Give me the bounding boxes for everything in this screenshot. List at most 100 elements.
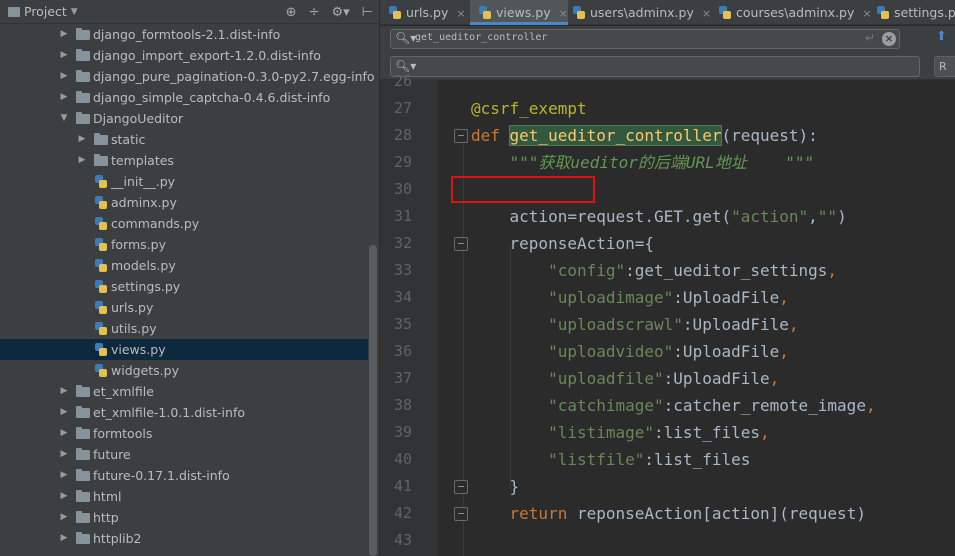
locate-icon[interactable]: ⊕ xyxy=(286,5,297,20)
code-line[interactable]: 30 xyxy=(380,176,955,203)
code-line[interactable]: 42 return reponseAction[action](request) xyxy=(380,500,955,527)
code-line[interactable]: 34 "uploadimage":UploadFile, xyxy=(380,284,955,311)
tree-folder-item[interactable]: ▶ future xyxy=(0,444,368,465)
code-line[interactable]: 26 xyxy=(380,68,955,95)
editor-tab[interactable]: users\adminx.py × xyxy=(564,0,711,25)
code-line[interactable]: 43 xyxy=(380,527,955,554)
fold-marker-icon[interactable] xyxy=(454,507,468,521)
expand-arrow-right-icon[interactable]: ▶ xyxy=(58,45,70,66)
tree-file-item[interactable]: settings.py xyxy=(0,276,368,297)
tree-file-item[interactable]: __init__.py xyxy=(0,171,368,192)
folder-icon xyxy=(76,469,90,481)
code-line[interactable]: 31 action=request.GET.get("action","") xyxy=(380,203,955,230)
code-line[interactable]: 40 "listfile":list_files xyxy=(380,446,955,473)
code-text: """获取ueditor的后端URL地址 """ xyxy=(509,153,815,172)
tree-folder-item[interactable]: ▶ html xyxy=(0,486,368,507)
tree-folder-item[interactable]: ▶ django_simple_captcha-0.4.6.dist-info xyxy=(0,87,368,108)
tree-item-label: utils.py xyxy=(111,321,157,336)
editor-tab[interactable]: urls.py × xyxy=(380,0,466,25)
tree-folder-item[interactable]: ▶ formtools xyxy=(0,423,368,444)
tree-file-item[interactable]: urls.py xyxy=(0,297,368,318)
project-title[interactable]: Project xyxy=(24,4,67,19)
tree-file-item[interactable]: adminx.py xyxy=(0,192,368,213)
search-icon[interactable]: 🔍︎▾ xyxy=(395,31,416,45)
folder-icon xyxy=(76,49,90,61)
tree-item-label: DjangoUeditor xyxy=(93,111,184,126)
expand-arrow-right-icon[interactable]: ▶ xyxy=(58,381,70,402)
python-file-icon xyxy=(478,6,492,20)
tree-folder-item[interactable]: ▶ templates xyxy=(0,150,368,171)
python-file-icon xyxy=(94,238,108,252)
find-bar: 🔍︎▾ get_ueditor_controller ↵ × ⬆ xyxy=(380,26,955,52)
python-file-icon xyxy=(718,6,732,20)
line-number: 38 xyxy=(393,396,412,414)
expand-arrow-right-icon[interactable]: ▶ xyxy=(58,486,70,507)
collapse-all-icon[interactable]: ÷ xyxy=(309,5,320,20)
line-number: 26 xyxy=(393,72,412,90)
close-tab-icon[interactable]: × xyxy=(456,7,465,20)
tree-folder-item[interactable]: ▶ django_formtools-2.1.dist-info xyxy=(0,24,368,45)
tree-item-label: static xyxy=(111,132,146,147)
expand-arrow-right-icon[interactable]: ▶ xyxy=(58,444,70,465)
tree-file-item[interactable]: widgets.py xyxy=(0,360,368,381)
settings-gear-icon[interactable]: ⚙▾ xyxy=(331,5,349,20)
tree-file-item[interactable]: forms.py xyxy=(0,234,368,255)
tree-folder-item[interactable]: ▶ http xyxy=(0,507,368,528)
tree-folder-item[interactable]: ▼ DjangoUeditor xyxy=(0,108,368,129)
python-file-icon xyxy=(94,301,108,315)
editor-tab[interactable]: courses\adminx.py × xyxy=(710,0,872,25)
clear-search-icon[interactable]: × xyxy=(882,32,896,46)
tree-folder-item[interactable]: ▶ static xyxy=(0,129,368,150)
code-line[interactable]: 32 reponseAction={ xyxy=(380,230,955,257)
code-line[interactable]: 28 def get_ueditor_controller(request): xyxy=(380,122,955,149)
code-line[interactable]: 36 "uploadvideo":UploadFile, xyxy=(380,338,955,365)
fold-marker-icon[interactable] xyxy=(454,237,468,251)
expand-arrow-right-icon[interactable]: ▶ xyxy=(58,528,70,549)
tree-file-item[interactable]: commands.py xyxy=(0,213,368,234)
new-line-icon[interactable]: ↵ xyxy=(865,31,875,45)
tree-folder-item[interactable]: ▶ django_import_export-1.2.0.dist-info xyxy=(0,45,368,66)
expand-arrow-right-icon[interactable]: ▶ xyxy=(58,87,70,108)
find-input[interactable]: 🔍︎▾ get_ueditor_controller ↵ × xyxy=(390,29,900,49)
fold-marker-icon[interactable] xyxy=(454,129,468,143)
project-tree: ▶ django_formtools-2.1.dist-info ▶ django_i… xyxy=(0,24,375,549)
expand-arrow-right-icon[interactable]: ▶ xyxy=(58,24,70,45)
line-number: 37 xyxy=(393,369,412,387)
tree-file-item[interactable]: views.py xyxy=(0,339,368,360)
code-line[interactable]: 38 "catchimage":catcher_remote_image, xyxy=(380,392,955,419)
tree-item-label: et_xmlfile-1.0.1.dist-info xyxy=(93,405,245,420)
code-line[interactable]: 35 "uploadscrawl":UploadFile, xyxy=(380,311,955,338)
tree-folder-item[interactable]: ▶ httplib2 xyxy=(0,528,368,549)
expand-arrow-down-icon[interactable]: ▼ xyxy=(58,108,70,129)
line-number: 34 xyxy=(393,288,412,306)
expand-arrow-right-icon[interactable]: ▶ xyxy=(76,150,88,171)
tree-folder-item[interactable]: ▶ future-0.17.1.dist-info xyxy=(0,465,368,486)
code-line[interactable]: 41 } xyxy=(380,473,955,500)
tree-folder-item[interactable]: ▶ et_xmlfile xyxy=(0,381,368,402)
fold-marker-icon[interactable] xyxy=(454,480,468,494)
code-line[interactable]: 33 "config":get_ueditor_settings, xyxy=(380,257,955,284)
expand-arrow-right-icon[interactable]: ▶ xyxy=(76,129,88,150)
editor-tab[interactable]: views.py × xyxy=(470,0,568,25)
previous-occurrence-icon[interactable]: ⬆ xyxy=(936,29,947,44)
code-line[interactable]: 37 "uploadfile":UploadFile, xyxy=(380,365,955,392)
expand-arrow-right-icon[interactable]: ▶ xyxy=(58,507,70,528)
editor-tab[interactable]: settings.py× xyxy=(868,0,955,25)
folder-icon xyxy=(76,406,90,418)
expand-arrow-right-icon[interactable]: ▶ xyxy=(58,66,70,87)
project-dropdown-icon[interactable]: ▼ xyxy=(71,7,78,17)
expand-arrow-right-icon[interactable]: ▶ xyxy=(58,465,70,486)
code-line[interactable]: 29 """获取ueditor的后端URL地址 """ xyxy=(380,149,955,176)
hide-panel-icon[interactable]: ⊢ xyxy=(362,5,373,20)
tree-folder-item[interactable]: ▶ et_xmlfile-1.0.1.dist-info xyxy=(0,402,368,423)
code-line[interactable]: 27 @csrf_exempt xyxy=(380,95,955,122)
code-editor[interactable]: 26 27 @csrf_exempt 28 def get_ueditor_contro… xyxy=(380,72,955,556)
code-line[interactable]: 39 "listimage":list_files, xyxy=(380,419,955,446)
tree-file-item[interactable]: utils.py xyxy=(0,318,368,339)
project-scrollbar[interactable] xyxy=(369,245,377,556)
expand-arrow-right-icon[interactable]: ▶ xyxy=(58,423,70,444)
tree-item-label: http xyxy=(93,510,119,525)
tree-folder-item[interactable]: ▶ django_pure_pagination-0.3.0-py2.7.egg-… xyxy=(0,66,375,87)
tree-file-item[interactable]: models.py xyxy=(0,255,368,276)
expand-arrow-right-icon[interactable]: ▶ xyxy=(58,402,70,423)
